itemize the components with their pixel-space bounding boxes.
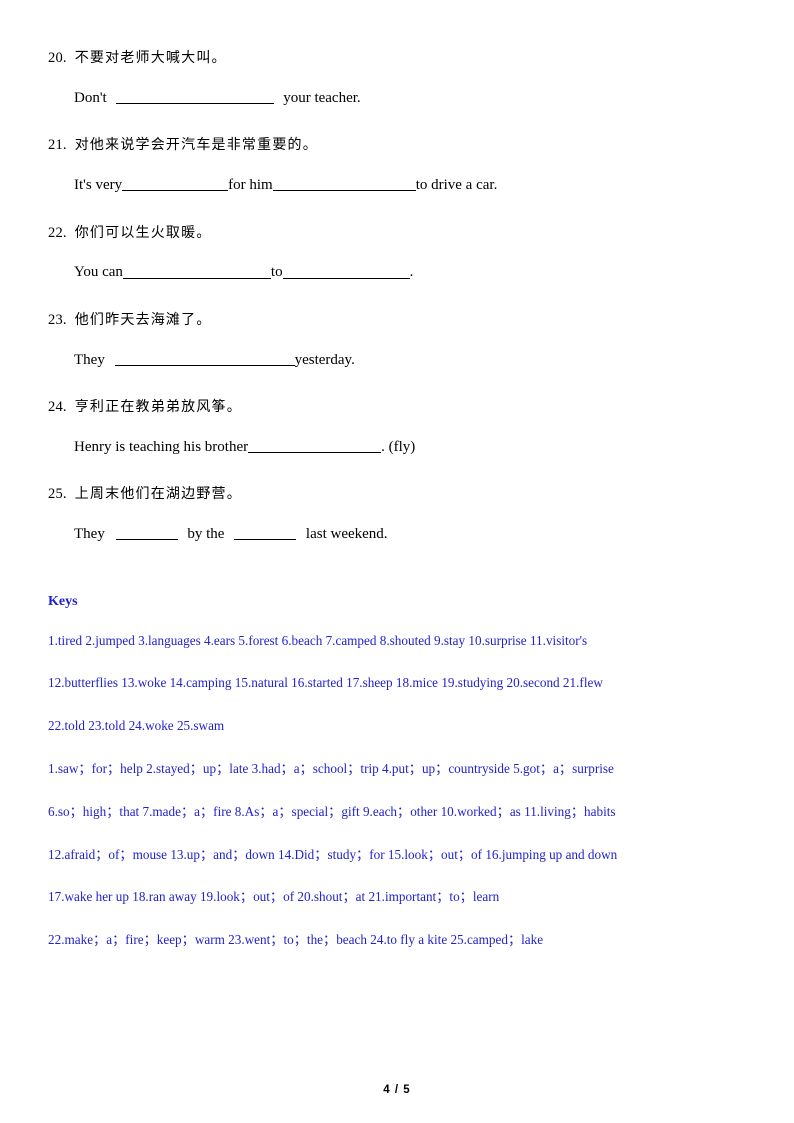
exercise-answer-line: You can to. (74, 261, 746, 284)
answer-text-segment: They (74, 351, 109, 368)
fill-in-blank[interactable] (116, 88, 275, 104)
exercise-prompt: 21. 对他来说学会开汽车是非常重要的。 (48, 135, 746, 157)
exercise-prompt-chinese: 他们昨天去海滩了。 (74, 311, 212, 328)
keys-answer-line: 22.make；a；fire；keep；warm 23.went；to；the；… (48, 932, 544, 948)
answer-text-segment: It's very (74, 177, 123, 193)
exercise-number: 23. (48, 311, 67, 328)
exercise-item-22: 22. 你们可以生火取暖。 You can to. (48, 223, 746, 284)
exercise-prompt: 22. 你们可以生火取暖。 (48, 223, 746, 245)
fill-in-blank[interactable] (122, 263, 271, 279)
fill-in-blank[interactable] (272, 175, 416, 192)
keys-answer-line: 12.afraid；of；mouse 13.up；and；down 14.Did… (48, 846, 618, 862)
answer-text-segment: Don't (74, 89, 111, 106)
exercise-prompt: 25. 上周末他们在湖边野营。 (48, 484, 746, 506)
exercise-prompt: 20. 不要对老师大喊大叫。 (48, 48, 746, 70)
exercise-prompt: 24. 亨利正在教弟弟放风筝。 (48, 397, 746, 419)
answer-text-segment: by the (183, 526, 229, 542)
answer-text-segment: yesterday. (294, 351, 355, 368)
exercise-item-23: 23. 他们昨天去海滩了。 They yesterday. (48, 310, 746, 371)
exercise-answer-line: They yesterday. (74, 349, 746, 372)
answer-text-segment: Henry is teaching his brother (74, 438, 249, 455)
exercise-item-24: 24. 亨利正在教弟弟放风筝。 Henry is teaching his bro… (48, 397, 746, 458)
exercise-prompt-chinese: 你们可以生火取暖。 (74, 224, 212, 241)
answer-text-segment: to drive a car. (415, 177, 498, 193)
answer-text-segment: for him (228, 177, 273, 193)
keys-answer-line: 22.told 23.told 24.woke 25.swam (48, 718, 225, 734)
fill-in-blank[interactable] (234, 524, 297, 541)
exercise-number: 22. (48, 224, 67, 241)
answer-text-segment: You can (74, 264, 123, 281)
keys-answer-line: 17.wake her up 18.ran away 19.look；out；o… (48, 889, 500, 905)
exercise-answer-line: Don't your teacher. (74, 87, 746, 110)
exercise-prompt-chinese: 上周末他们在湖边野营。 (74, 486, 242, 503)
answer-text-segment: . (409, 264, 414, 281)
answer-text-segment: to (270, 264, 283, 281)
exercise-number: 24. (48, 399, 67, 415)
exercise-item-20: 20. 不要对老师大喊大叫。 Don't your teacher. (48, 48, 746, 109)
answer-text-segment: They (74, 526, 109, 542)
answer-text-segment: . (fly) (381, 438, 416, 455)
exercise-answer-line: Henry is teaching his brother . (fly) (74, 436, 746, 459)
exercise-number: 25. (48, 486, 67, 503)
keys-answer-line: 6.so；high；that 7.made；a；fire 8.As；a；spec… (48, 803, 616, 819)
keys-answer-line: 1.saw；for；help 2.stayed；up；late 3.had；a；… (48, 760, 614, 776)
exercise-item-21: 21. 对他来说学会开汽车是非常重要的。 It's very for him to d… (48, 135, 746, 196)
fill-in-blank[interactable] (115, 524, 178, 541)
exercise-answer-line: It's very for him to drive a car. (74, 174, 746, 197)
answer-text-segment: last weekend. (302, 526, 388, 542)
keys-answer-line: 12.butterflies 13.woke 14.camping 15.nat… (48, 675, 603, 691)
exercise-answer-line: They by the last weekend. (74, 523, 746, 546)
document-page: 20. 不要对老师大喊大叫。 Don't your teacher. 21. 对他来… (0, 0, 794, 1123)
fill-in-blank[interactable] (282, 263, 410, 279)
keys-answer-line: 1.tired 2.jumped 3.languages 4.ears 5.fo… (48, 632, 588, 648)
keys-heading: Keys (48, 593, 78, 609)
exercise-prompt-chinese: 对他来说学会开汽车是非常重要的。 (74, 137, 318, 154)
fill-in-blank[interactable] (248, 437, 382, 453)
exercise-number: 20. (48, 50, 67, 66)
exercise-number: 21. (48, 137, 67, 154)
fill-in-blank[interactable] (122, 175, 229, 192)
exercise-prompt-chinese: 不要对老师大喊大叫。 (74, 50, 227, 66)
page-number: 4 / 5 (383, 1084, 411, 1096)
exercise-item-25: 25. 上周末他们在湖边野营。 They by the last weekend. (48, 484, 746, 545)
fill-in-blank[interactable] (114, 350, 295, 366)
exercise-prompt: 23. 他们昨天去海滩了。 (48, 310, 746, 332)
exercise-prompt-chinese: 亨利正在教弟弟放风筝。 (74, 399, 242, 415)
answer-text-segment: your teacher. (279, 89, 361, 106)
